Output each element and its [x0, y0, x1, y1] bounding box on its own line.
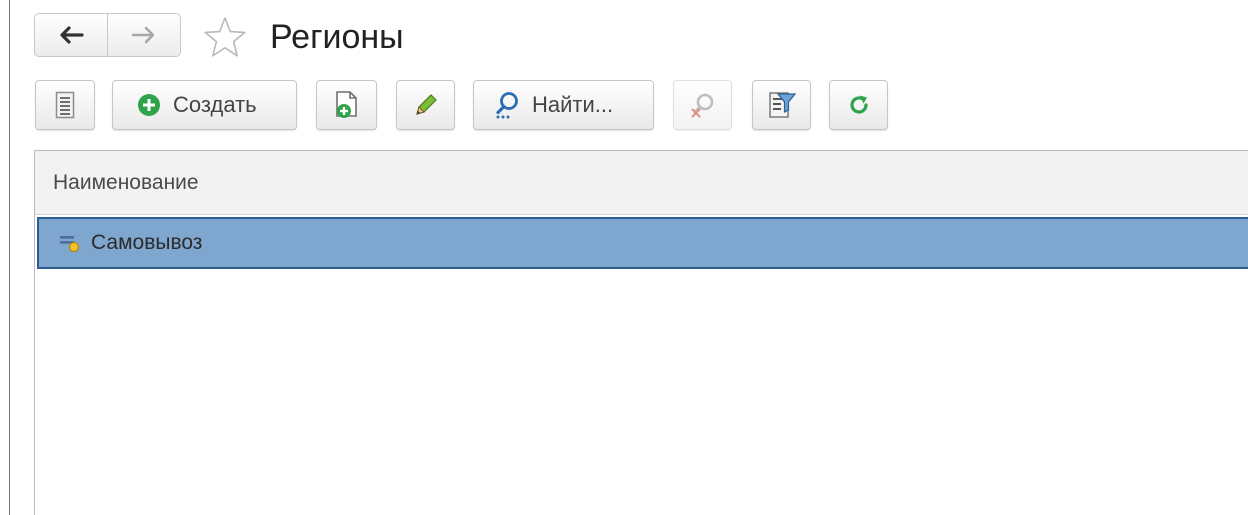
- list-settings-button[interactable]: [35, 80, 95, 130]
- window-left-border: [9, 0, 10, 515]
- create-button[interactable]: Создать: [112, 80, 297, 130]
- favorite-star-icon[interactable]: [203, 16, 247, 58]
- table-header: Наименование: [35, 151, 1248, 215]
- row-name: Самовывоз: [91, 231, 203, 254]
- cancel-search-icon: [690, 93, 713, 118]
- find-button-label: Найти...: [532, 92, 614, 117]
- find-button[interactable]: Найти...: [473, 80, 654, 130]
- forward-button[interactable]: [108, 13, 181, 57]
- column-header-name[interactable]: Наименование: [53, 171, 199, 195]
- filter-button[interactable]: [752, 80, 811, 130]
- add-circle-icon: [138, 94, 160, 116]
- filter-list-icon: [768, 92, 796, 118]
- arrow-left-icon: [60, 26, 84, 44]
- navigation-buttons: [34, 13, 181, 57]
- table-row[interactable]: Самовывоз: [37, 217, 1248, 269]
- copy-document-icon: [335, 91, 357, 118]
- back-button[interactable]: [34, 13, 108, 57]
- arrow-right-icon: [131, 26, 155, 44]
- page-title: Регионы: [270, 18, 404, 56]
- list-icon: [55, 91, 75, 119]
- copy-button[interactable]: [316, 80, 377, 130]
- create-button-label: Создать: [173, 92, 257, 117]
- edit-button[interactable]: [396, 80, 455, 130]
- regions-table: Наименование Самовывоз: [34, 150, 1248, 515]
- search-icon: [496, 92, 518, 119]
- refresh-icon: [849, 95, 868, 114]
- predefined-item-icon: [60, 236, 80, 253]
- cancel-search-button[interactable]: [673, 80, 732, 130]
- pencil-icon: [415, 94, 437, 115]
- refresh-button[interactable]: [829, 80, 888, 130]
